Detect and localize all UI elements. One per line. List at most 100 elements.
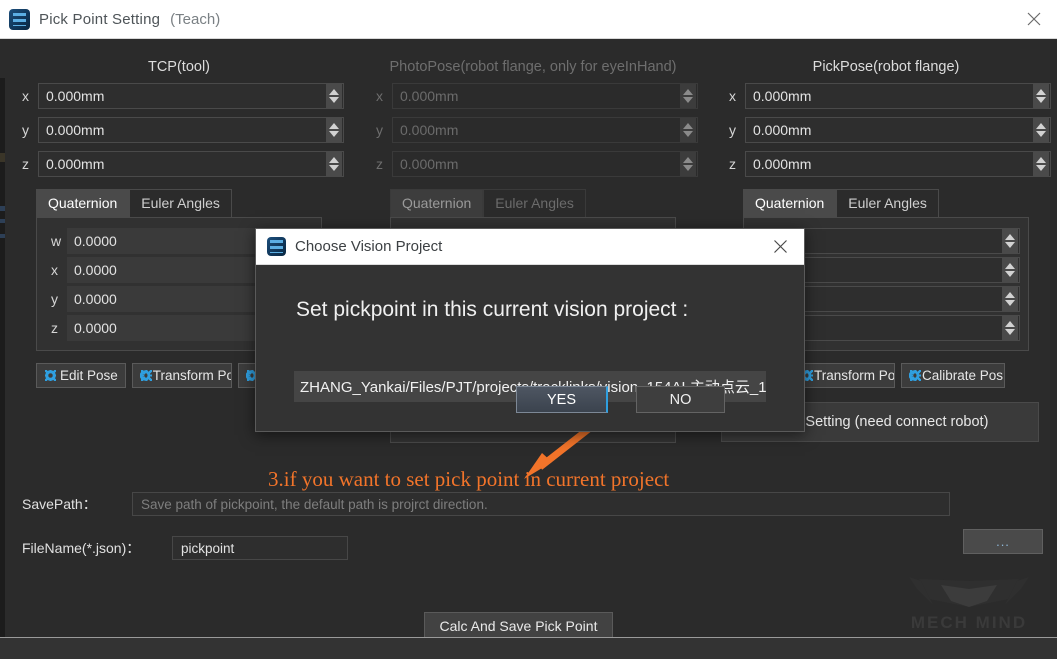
- window-title-suffix: (Teach): [170, 11, 220, 28]
- photopose-x-input: 0.000mm: [392, 83, 698, 109]
- tab-pickpose-euler-angles[interactable]: Euler Angles: [836, 189, 939, 217]
- tcp-q-z-label: z: [45, 320, 67, 336]
- tcp-q-x-label: x: [45, 262, 67, 278]
- pickpose-x-label: x: [721, 88, 745, 104]
- tcp-q-z-value: 0.0000: [67, 320, 117, 336]
- tcp-x-row: x 0.000mm: [14, 83, 344, 109]
- photopose-y-value: 0.000mm: [393, 122, 458, 138]
- photopose-y-label: y: [368, 122, 392, 138]
- dialog-yes-label: YES: [547, 392, 576, 408]
- photopose-z-label: z: [368, 156, 392, 172]
- savepath-row: SavePath： Save path of pickpoint, the de…: [22, 492, 950, 516]
- annotation-text: 3.if you want to set pick point in curre…: [268, 467, 669, 492]
- vision-app-icon: [9, 9, 30, 30]
- tab-pickpose-quaternion[interactable]: Quaternion: [743, 189, 836, 217]
- filename-value: pickpoint: [181, 541, 234, 556]
- tcp-q-x-value: 0.0000: [67, 262, 117, 278]
- pickpose-calibrate-pose-label: Calibrate Pos: [922, 368, 1003, 383]
- photopose-z-stepper: [680, 152, 696, 176]
- dialog-question: Set pickpoint in this current vision pro…: [296, 298, 688, 322]
- tcp-edit-pose-button[interactable]: Edit Pose: [36, 363, 126, 388]
- mech-mind-watermark: MECH MIND: [889, 577, 1049, 635]
- pickpose-q-z-input[interactable]: 0: [774, 315, 1020, 341]
- dialog-titlebar: Choose Vision Project: [256, 229, 804, 265]
- tcp-z-row: z 0.000mm: [14, 151, 344, 177]
- dialog-no-label: NO: [670, 392, 692, 408]
- pickpose-q-x-input[interactable]: 0: [774, 257, 1020, 283]
- tcp-y-row: y 0.000mm: [14, 117, 344, 143]
- tcp-z-value: 0.000mm: [39, 156, 104, 172]
- tcp-y-stepper[interactable]: [326, 118, 342, 142]
- pickpose-q-w-input[interactable]: 0: [774, 228, 1020, 254]
- photopose-z-value: 0.000mm: [393, 156, 458, 172]
- tcp-z-input[interactable]: 0.000mm: [38, 151, 344, 177]
- pickpose-q-z-stepper[interactable]: [1002, 316, 1018, 340]
- tcp-z-stepper[interactable]: [326, 152, 342, 176]
- pickpose-z-input[interactable]: 0.000mm: [745, 151, 1051, 177]
- window-titlebar: Pick Point Setting (Teach): [0, 0, 1057, 39]
- tcp-x-value: 0.000mm: [39, 88, 104, 104]
- dialog-yes-button[interactable]: YES: [516, 386, 608, 413]
- pickpose-x-stepper[interactable]: [1033, 84, 1049, 108]
- pickpose-y-label: y: [721, 122, 745, 138]
- close-icon[interactable]: [760, 229, 800, 264]
- tcp-y-label: y: [14, 122, 38, 138]
- savepath-browse-button[interactable]: ...: [963, 529, 1043, 554]
- pickpose-z-value: 0.000mm: [746, 156, 811, 172]
- tab-tcp-euler-angles[interactable]: Euler Angles: [129, 189, 232, 217]
- tcp-x-input[interactable]: 0.000mm: [38, 83, 344, 109]
- tab-tcp-quaternion[interactable]: Quaternion: [36, 189, 129, 217]
- pickpose-q-x-stepper[interactable]: [1002, 258, 1018, 282]
- tcp-q-w-label: w: [45, 233, 67, 249]
- window-left-edge: [0, 78, 5, 656]
- pickpose-calibrate-pose-button[interactable]: Calibrate Pos: [901, 363, 1005, 388]
- pickpose-q-y-stepper[interactable]: [1002, 287, 1018, 311]
- watermark-text: MECH MIND: [889, 613, 1049, 633]
- photopose-y-row: y 0.000mm: [368, 117, 698, 143]
- window-bottom-strip: [0, 637, 1057, 659]
- filename-input[interactable]: pickpoint: [172, 536, 348, 560]
- pickpose-transform-pose-button[interactable]: Transform Pos: [793, 363, 895, 388]
- pickpose-z-stepper[interactable]: [1033, 152, 1049, 176]
- photopose-z-input: 0.000mm: [392, 151, 698, 177]
- window-title: Pick Point Setting: [39, 11, 160, 28]
- photopose-x-row: x 0.000mm: [368, 83, 698, 109]
- column-header-photopose: PhotoPose(robot flange, only for eyeInHa…: [368, 39, 698, 75]
- dialog-title: Choose Vision Project: [295, 238, 442, 255]
- filename-label: FileName(*.json)：: [22, 538, 172, 558]
- pick-point-setting-window: Pick Point Setting (Teach) TCP(tool) x 0…: [0, 0, 1057, 659]
- pickpose-y-input[interactable]: 0.000mm: [745, 117, 1051, 143]
- calc-and-save-pick-point-label: Calc And Save Pick Point: [440, 618, 598, 634]
- pickpose-transform-pose-label: Transform Pos: [814, 368, 895, 383]
- pickpose-z-row: z 0.000mm: [721, 151, 1051, 177]
- gear-icon: [909, 369, 919, 382]
- calc-and-save-pick-point-button[interactable]: Calc And Save Pick Point: [424, 612, 613, 639]
- savepath-placeholder: Save path of pickpoint, the default path…: [141, 497, 488, 512]
- column-header-tcp: TCP(tool): [14, 39, 344, 75]
- tcp-x-label: x: [14, 88, 38, 104]
- tcp-q-y-value: 0.0000: [67, 291, 117, 307]
- tcp-edit-pose-label: Edit Pose: [60, 368, 118, 383]
- pickpose-x-input[interactable]: 0.000mm: [745, 83, 1051, 109]
- dialog-no-button[interactable]: NO: [636, 386, 725, 413]
- photopose-x-stepper: [680, 84, 696, 108]
- tcp-x-stepper[interactable]: [326, 84, 342, 108]
- tab-photopose-euler-angles: Euler Angles: [483, 189, 586, 217]
- photopose-z-row: z 0.000mm: [368, 151, 698, 177]
- tcp-z-label: z: [14, 156, 38, 172]
- tcp-y-input[interactable]: 0.000mm: [38, 117, 344, 143]
- close-icon[interactable]: [1011, 0, 1057, 38]
- pickpose-y-row: y 0.000mm: [721, 117, 1051, 143]
- pickpose-rotation-tabs: Quaternion Euler Angles: [721, 189, 1051, 217]
- pickpose-q-y-input[interactable]: 0: [774, 286, 1020, 312]
- tcp-q-w-value: 0.0000: [67, 233, 117, 249]
- pickpose-x-row: x 0.000mm: [721, 83, 1051, 109]
- tcp-y-value: 0.000mm: [39, 122, 104, 138]
- pickpose-z-label: z: [721, 156, 745, 172]
- photopose-y-input: 0.000mm: [392, 117, 698, 143]
- savepath-input[interactable]: Save path of pickpoint, the default path…: [132, 492, 950, 516]
- tcp-transform-pose-button[interactable]: Transform Pos: [132, 363, 232, 388]
- photopose-rotation-tabs: Quaternion Euler Angles: [368, 189, 698, 217]
- pickpose-q-w-stepper[interactable]: [1002, 229, 1018, 253]
- pickpose-y-stepper[interactable]: [1033, 118, 1049, 142]
